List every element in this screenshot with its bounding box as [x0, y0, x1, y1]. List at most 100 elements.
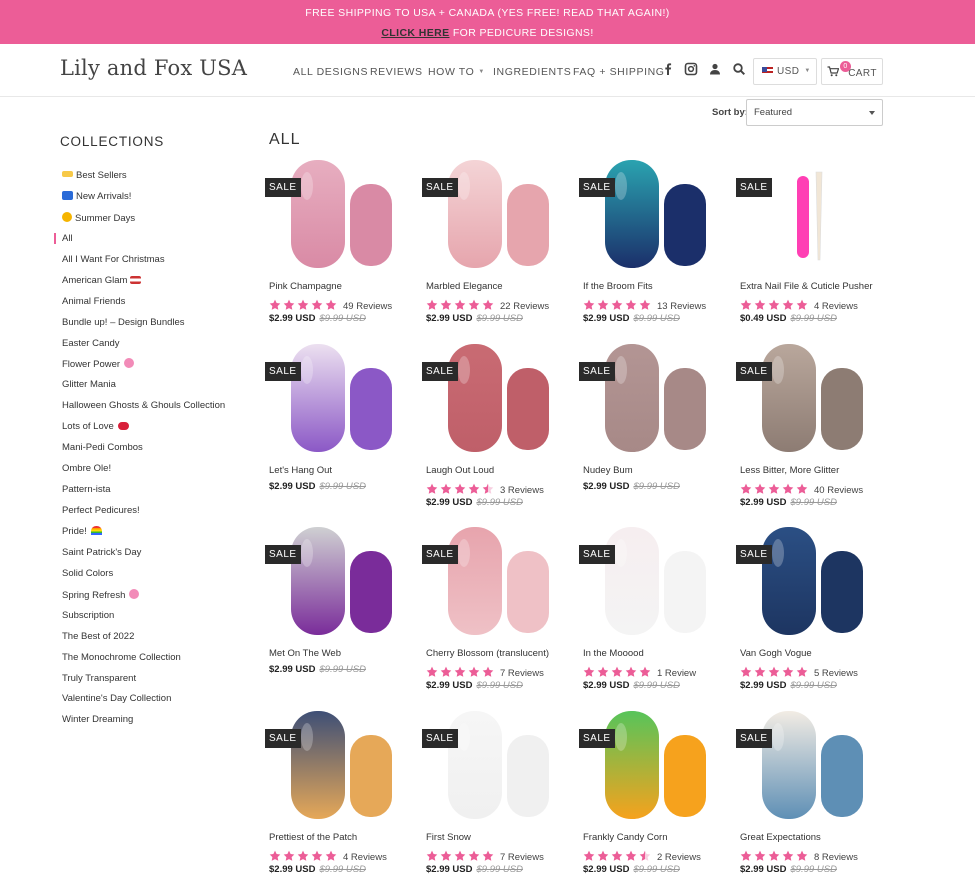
- us-flag-icon: [130, 275, 142, 284]
- collection-winter-dreaming[interactable]: Winter Dreaming: [62, 714, 225, 735]
- collection-pattern-ista[interactable]: Pattern-ista: [62, 484, 225, 505]
- product-rating[interactable]: 13 Reviews: [583, 296, 706, 312]
- instagram-icon[interactable]: [684, 62, 698, 76]
- collection-all[interactable]: All: [53, 232, 225, 254]
- product-image[interactable]: [426, 711, 576, 823]
- nav-faq-shipping[interactable]: FAQ + SHIPPING: [573, 66, 665, 78]
- product-image[interactable]: [583, 711, 733, 823]
- collection-valentines[interactable]: Valentine's Day Collection: [62, 693, 225, 714]
- site-logo[interactable]: Lily and Fox USA: [60, 56, 247, 80]
- star-icon: [426, 666, 438, 677]
- product-name[interactable]: Nudey Bum: [583, 465, 633, 476]
- product-rating[interactable]: 7 Reviews: [426, 663, 544, 679]
- product-name[interactable]: Van Gogh Vogue: [740, 648, 812, 659]
- collection-summer-days[interactable]: Summer Days: [62, 211, 225, 233]
- product-rating[interactable]: 5 Reviews: [740, 663, 858, 679]
- review-count: 7 Reviews: [500, 668, 544, 679]
- collection-ombre[interactable]: Ombre Ole!: [62, 463, 225, 484]
- collection-mani-pedi[interactable]: Mani-Pedi Combos: [62, 442, 225, 463]
- product-image[interactable]: [426, 527, 576, 639]
- star-icon: [611, 666, 623, 677]
- product-name[interactable]: Marbled Elegance: [426, 281, 503, 292]
- product-rating[interactable]: 49 Reviews: [269, 296, 392, 312]
- product-rating[interactable]: 4 Reviews: [269, 847, 387, 863]
- collection-spring-refresh[interactable]: Spring Refresh: [62, 588, 225, 610]
- product-rating[interactable]: 22 Reviews: [426, 296, 549, 312]
- product-name[interactable]: Met On The Web: [269, 648, 341, 659]
- product-name[interactable]: Pink Champagne: [269, 281, 342, 292]
- product-name[interactable]: If the Broom Fits: [583, 281, 653, 292]
- search-icon[interactable]: [732, 62, 746, 76]
- collection-subscription[interactable]: Subscription: [62, 610, 225, 631]
- product-name[interactable]: Frankly Candy Corn: [583, 832, 667, 843]
- account-icon[interactable]: [708, 62, 722, 76]
- facebook-icon[interactable]: [661, 62, 675, 76]
- collection-best-sellers[interactable]: Best Sellers: [62, 170, 225, 191]
- collection-lots-of-love[interactable]: Lots of Love: [62, 421, 225, 442]
- collection-monochrome[interactable]: The Monochrome Collection: [62, 652, 225, 673]
- product-name[interactable]: Less Bitter, More Glitter: [740, 465, 839, 476]
- product-image[interactable]: [269, 527, 419, 639]
- product-rating[interactable]: 2 Reviews: [583, 847, 701, 863]
- collection-glitter-mania[interactable]: Glitter Mania: [62, 379, 225, 400]
- us-flag-icon: [762, 67, 773, 75]
- star-icon: [754, 666, 766, 677]
- sort-select[interactable]: Featured: [746, 99, 883, 126]
- product-price: $2.99 USD $9.99 USD: [583, 864, 680, 875]
- collection-perfect-pedicures[interactable]: Perfect Pedicures!: [62, 505, 225, 526]
- product-price: $2.99 USD $9.99 USD: [583, 313, 680, 324]
- collection-easter-candy[interactable]: Easter Candy: [62, 338, 225, 359]
- product-image[interactable]: [740, 711, 890, 823]
- product-image[interactable]: [269, 711, 419, 823]
- sale-badge: SALE: [736, 545, 772, 564]
- nav-reviews[interactable]: REVIEWS: [370, 66, 423, 78]
- collection-truly-transparent[interactable]: Truly Transparent: [62, 673, 225, 694]
- product-image[interactable]: [583, 344, 733, 456]
- product-image[interactable]: [583, 527, 733, 639]
- cart-button[interactable]: 0 CART: [821, 58, 883, 85]
- star-icon: [768, 850, 780, 861]
- collection-saint-patricks[interactable]: Saint Patrick's Day: [62, 547, 225, 568]
- collection-halloween[interactable]: Halloween Ghosts & Ghouls Collection: [62, 400, 225, 421]
- currency-selector[interactable]: USD ▼: [753, 58, 817, 85]
- nav-ingredients[interactable]: INGREDIENTS: [493, 66, 571, 78]
- collection-solid-colors[interactable]: Solid Colors: [62, 568, 225, 589]
- product-rating[interactable]: 8 Reviews: [740, 847, 858, 863]
- collection-pride[interactable]: Pride!: [62, 525, 225, 547]
- nav-all-designs[interactable]: ALL DESIGNS: [293, 66, 368, 78]
- product-name[interactable]: Prettiest of the Patch: [269, 832, 357, 843]
- product-image[interactable]: [740, 527, 890, 639]
- product-rating[interactable]: 40 Reviews: [740, 480, 863, 496]
- collection-new-arrivals[interactable]: New Arrivals!: [62, 190, 225, 212]
- nav-how-to[interactable]: HOW TO ▼: [428, 66, 485, 78]
- product-rating[interactable]: 3 Reviews: [426, 480, 544, 496]
- product-name[interactable]: Cherry Blossom (translucent): [426, 648, 549, 659]
- collection-animal-friends[interactable]: Animal Friends: [62, 296, 225, 317]
- product-price: $2.99 USD $9.99 USD: [740, 497, 837, 508]
- star-icon: [740, 850, 752, 861]
- product-name[interactable]: Great Expectations: [740, 832, 821, 843]
- collection-flower-power[interactable]: Flower Power: [62, 358, 225, 379]
- product-rating[interactable]: 1 Review: [583, 663, 696, 679]
- product-name[interactable]: First Snow: [426, 832, 471, 843]
- star-icon: [782, 299, 794, 310]
- product-image[interactable]: [269, 344, 419, 456]
- product-image[interactable]: [426, 344, 576, 456]
- collection-christmas[interactable]: All I Want For Christmas: [62, 254, 225, 275]
- product-image[interactable]: [583, 160, 733, 272]
- collection-american-glam[interactable]: American Glam: [62, 275, 225, 296]
- product-name[interactable]: In the Mooood: [583, 648, 644, 659]
- collection-best-of-2022[interactable]: The Best of 2022: [62, 631, 225, 652]
- product-name[interactable]: Let's Hang Out: [269, 465, 332, 476]
- product-rating[interactable]: 7 Reviews: [426, 847, 544, 863]
- original-price: $9.99 USD: [790, 313, 837, 324]
- product-image[interactable]: [740, 344, 890, 456]
- collection-bundles[interactable]: Bundle up! – Design Bundles: [62, 317, 225, 338]
- product-name[interactable]: Extra Nail File & Cuticle Pusher: [740, 281, 873, 292]
- product-rating[interactable]: 4 Reviews: [740, 296, 858, 312]
- product-image[interactable]: [426, 160, 576, 272]
- product-image[interactable]: [269, 160, 419, 272]
- product-name[interactable]: Laugh Out Loud: [426, 465, 494, 476]
- pedicure-link[interactable]: CLICK HERE: [381, 27, 449, 39]
- product-image[interactable]: [740, 160, 890, 272]
